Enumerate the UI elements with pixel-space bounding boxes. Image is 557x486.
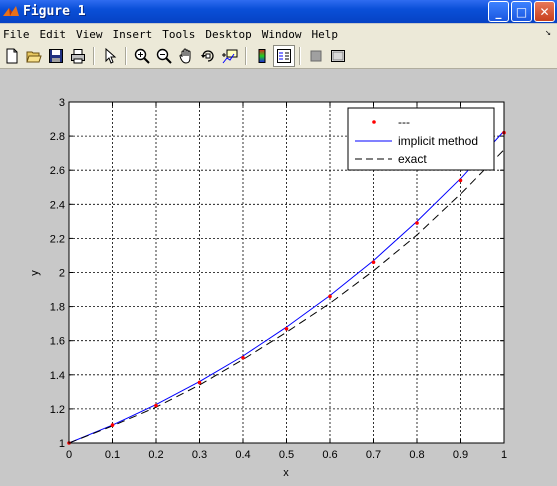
menu-help[interactable]: Help bbox=[306, 28, 343, 41]
x-tick-label: 0 bbox=[66, 449, 72, 461]
x-tick-label: 0.3 bbox=[192, 449, 207, 461]
show-plot-tools-icon[interactable] bbox=[327, 45, 349, 67]
x-tick-label: 0.7 bbox=[366, 449, 381, 461]
menu-tools[interactable]: Tools bbox=[157, 28, 200, 41]
window-title: Figure 1 bbox=[23, 4, 86, 19]
menu-window[interactable]: Window bbox=[257, 28, 307, 41]
save-icon[interactable] bbox=[45, 45, 67, 67]
y-axis-label: y bbox=[29, 270, 41, 276]
zoom-in-icon[interactable] bbox=[131, 45, 153, 67]
toolbar-separator bbox=[93, 47, 95, 65]
dock-arrow-icon[interactable]: ↘ bbox=[545, 27, 551, 38]
x-tick-label: 0.4 bbox=[235, 449, 250, 461]
hide-plot-tools-icon[interactable] bbox=[305, 45, 327, 67]
y-tick-label: 2.8 bbox=[50, 131, 65, 143]
data-point bbox=[371, 260, 376, 265]
y-tick-label: 1.4 bbox=[50, 370, 65, 382]
y-tick-label: 2.4 bbox=[50, 199, 65, 211]
y-tick-label: 2.6 bbox=[50, 165, 65, 177]
data-point bbox=[284, 326, 289, 331]
x-tick-label: 0.9 bbox=[453, 449, 468, 461]
menu-desktop[interactable]: Desktop bbox=[200, 28, 256, 41]
x-tick-label: 1 bbox=[501, 449, 507, 461]
matlab-logo-icon bbox=[2, 4, 20, 20]
legend-marker-dots bbox=[372, 120, 376, 124]
print-icon[interactable] bbox=[67, 45, 89, 67]
menu-file[interactable]: File bbox=[0, 28, 35, 41]
figure-window: Figure 1 _ □ ✕ File Edit View Insert Too… bbox=[0, 0, 557, 486]
menu-bar: File Edit View Insert Tools Desktop Wind… bbox=[0, 24, 557, 44]
x-tick-label: 0.1 bbox=[105, 449, 120, 461]
y-tick-label: 1.8 bbox=[50, 302, 65, 314]
data-point bbox=[458, 178, 463, 183]
data-cursor-icon[interactable] bbox=[219, 45, 241, 67]
data-point bbox=[197, 380, 202, 385]
y-tick-label: 1.2 bbox=[50, 404, 65, 416]
x-tick-label: 0.2 bbox=[148, 449, 163, 461]
close-button[interactable]: ✕ bbox=[534, 1, 555, 22]
y-tick-label: 2.2 bbox=[50, 233, 65, 245]
legend-icon[interactable] bbox=[273, 45, 295, 67]
legend-entry-dots: --- bbox=[398, 115, 410, 129]
menu-insert[interactable]: Insert bbox=[108, 28, 158, 41]
menu-view[interactable]: View bbox=[71, 28, 108, 41]
figure-toolbar bbox=[0, 44, 557, 69]
legend[interactable]: --- implicit method exact bbox=[347, 107, 495, 171]
maximize-button[interactable]: □ bbox=[511, 1, 532, 22]
data-point bbox=[110, 423, 115, 427]
x-tick-label: 0.6 bbox=[322, 449, 337, 461]
y-tick-label: 1.6 bbox=[50, 336, 65, 348]
toolbar-separator bbox=[299, 47, 301, 65]
legend-entry-exact: exact bbox=[398, 152, 427, 166]
minimize-button[interactable]: _ bbox=[488, 1, 509, 22]
x-axis-label: x bbox=[283, 467, 289, 479]
y-tick-label: 2 bbox=[59, 268, 65, 280]
y-tick-label: 1 bbox=[59, 438, 65, 450]
edit-plot-arrow-icon[interactable] bbox=[99, 45, 121, 67]
data-point bbox=[328, 294, 332, 299]
data-point bbox=[154, 403, 158, 408]
y-tick-label: 3 bbox=[59, 97, 65, 109]
title-bar[interactable]: Figure 1 _ □ ✕ bbox=[0, 0, 557, 23]
x-tick-label: 0.5 bbox=[279, 449, 294, 461]
figure-canvas[interactable]: 0 0.1 0.2 0.3 0.4 0.5 0.6 0.7 0.8 0.9 1 1 1.2 1.4 1.6 1… bbox=[0, 70, 557, 486]
open-file-icon[interactable] bbox=[23, 45, 45, 67]
legend-entry-implicit: implicit method bbox=[398, 134, 478, 148]
zoom-out-icon[interactable] bbox=[153, 45, 175, 67]
rotate-3d-icon[interactable] bbox=[197, 45, 219, 67]
data-point bbox=[241, 355, 245, 360]
toolbar-separator bbox=[125, 47, 127, 65]
data-point bbox=[415, 221, 419, 225]
menu-edit[interactable]: Edit bbox=[35, 28, 72, 41]
colorbar-icon[interactable] bbox=[251, 45, 273, 67]
toolbar-separator bbox=[245, 47, 247, 65]
new-figure-icon[interactable] bbox=[1, 45, 23, 67]
pan-hand-icon[interactable] bbox=[175, 45, 197, 67]
x-tick-label: 0.8 bbox=[409, 449, 424, 461]
